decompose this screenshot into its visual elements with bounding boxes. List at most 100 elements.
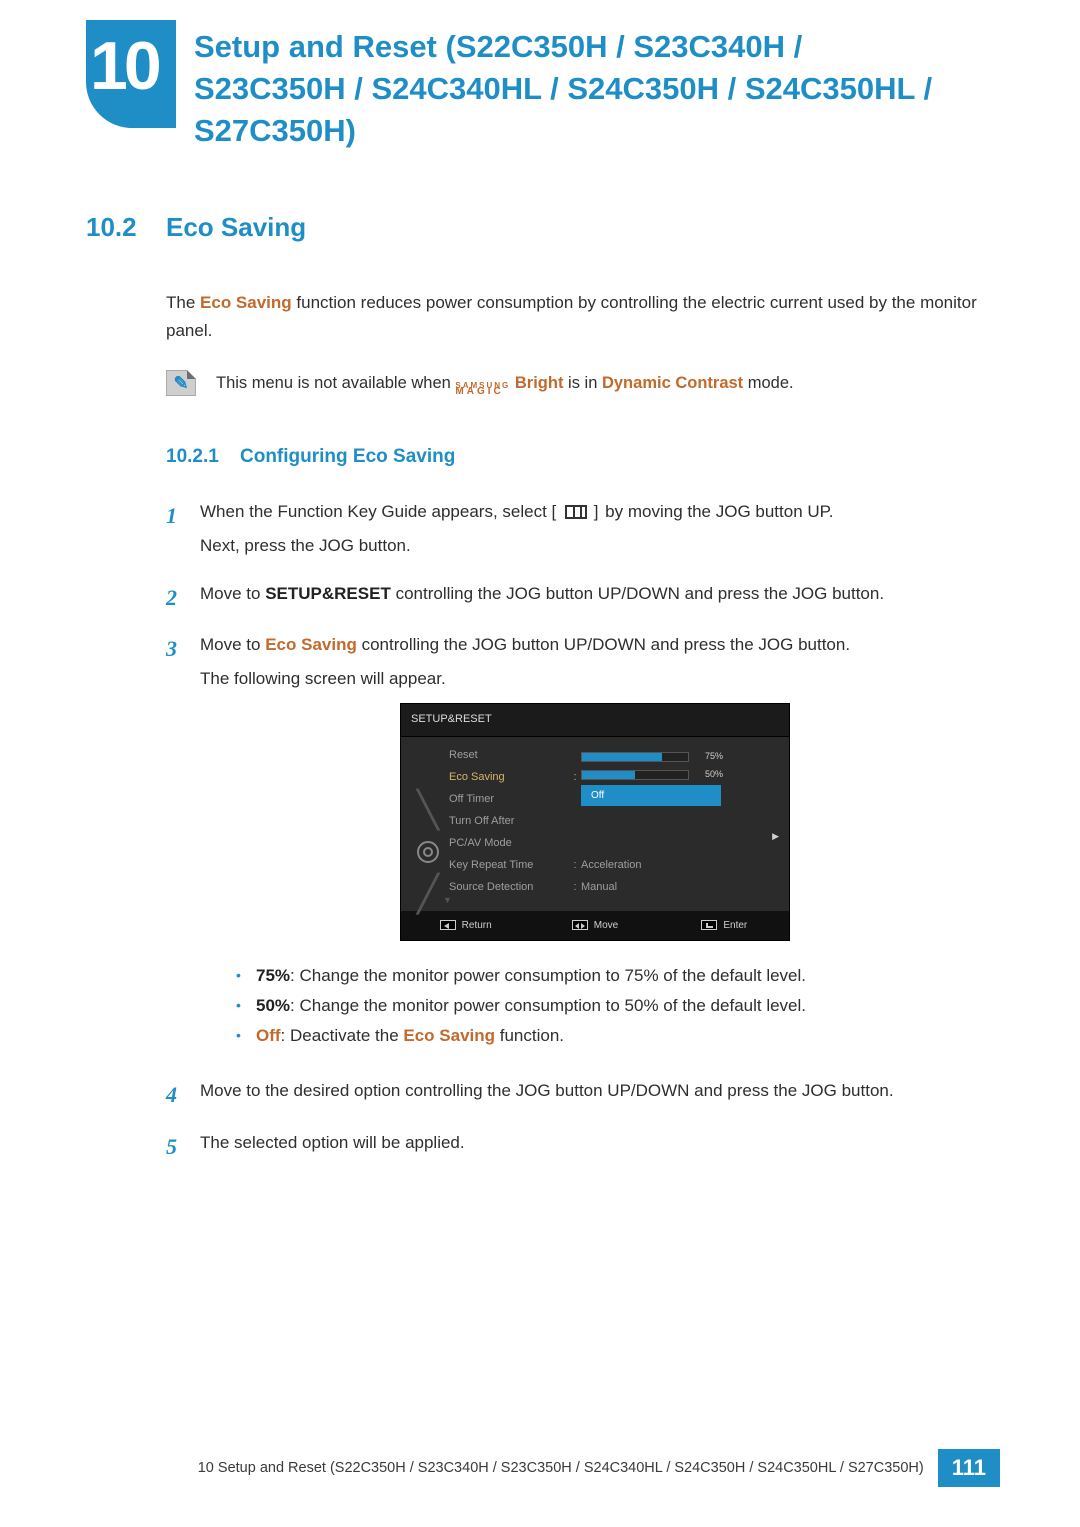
list-item: Off: Deactivate the Eco Saving function.: [236, 1021, 986, 1051]
text: function.: [495, 1026, 564, 1045]
footer-breadcrumb: 10 Setup and Reset (S22C350H / S23C340H …: [198, 1460, 924, 1476]
gear-icon: [417, 841, 439, 863]
step-2: 2 Move to SETUP&RESET controlling the JO…: [166, 579, 986, 616]
osd-body: ╲ ╱ Reset Eco Saving: [401, 737, 789, 911]
keyword-eco-saving: Eco Saving: [403, 1026, 495, 1045]
text: is in: [563, 374, 602, 392]
chapter-header: 10 Setup and Reset (S22C350H / S23C340H …: [86, 20, 1000, 152]
eco-option-50[interactable]: 50%: [581, 767, 777, 783]
fold-corner-icon: [187, 370, 196, 379]
osd-label: PC/AV Mode: [449, 834, 569, 853]
chevron-right-icon[interactable]: ▶: [772, 829, 779, 845]
keyword-eco-saving: Eco Saving: [265, 635, 357, 654]
steps-list: 1 When the Function Key Guide appears, s…: [166, 497, 986, 1165]
eco-explain-list: 75%: Change the monitor power consumptio…: [236, 961, 986, 1050]
list-item: 50%: Change the monitor power consumptio…: [236, 991, 986, 1021]
note-icon: ✎: [166, 370, 196, 396]
osd-left-decoration: ╲ ╱: [413, 745, 443, 903]
text: This menu is not available when: [216, 374, 455, 392]
osd-footer-enter[interactable]: Enter: [660, 917, 789, 935]
osd-value: Acceleration: [581, 856, 777, 875]
osd-label: Eco Saving: [449, 768, 569, 787]
section-body: The Eco Saving function reduces power co…: [166, 289, 986, 1166]
text: : Change the monitor power consumption t…: [290, 996, 806, 1015]
step-body: Move to the desired option controlling t…: [200, 1076, 986, 1113]
step-number: 2: [166, 579, 200, 616]
osd-item-pcav-mode[interactable]: PC/AV Mode: [449, 833, 777, 855]
return-icon: [440, 920, 456, 930]
subsection-number: 10.2.1: [166, 441, 240, 473]
eco-percent-label: 50%: [693, 767, 723, 783]
osd-footer-label: Enter: [723, 917, 747, 935]
text: mode.: [743, 374, 793, 392]
enter-icon: [701, 920, 717, 930]
osd-footer-label: Move: [594, 917, 618, 935]
chevron-down-icon[interactable]: ▼: [443, 893, 452, 909]
chapter-title: Setup and Reset (S22C350H / S23C340H / S…: [194, 26, 954, 152]
osd-label: Off Timer: [449, 790, 569, 809]
osd-label: Turn Off After: [449, 812, 569, 831]
step-3: 3 Move to Eco Saving controlling the JOG…: [166, 630, 986, 1063]
keyword-eco-saving: Eco Saving: [200, 293, 292, 312]
keyword-setup-reset: SETUP&RESET: [265, 584, 391, 603]
osd-panel: SETUP&RESET ╲ ╱ Reset: [400, 703, 790, 941]
curve-bottom-icon: ╱: [417, 885, 439, 903]
osd-colon: :: [569, 856, 581, 875]
keyword-75: 75%: [256, 966, 290, 985]
progress-fill: [582, 771, 635, 779]
section-number: 10.2: [86, 212, 166, 243]
subsection-heading: 10.2.1 Configuring Eco Saving: [166, 441, 986, 473]
osd-item-key-repeat-time[interactable]: Key Repeat Time : Acceleration: [449, 855, 777, 877]
osd-title: SETUP&RESET: [401, 704, 789, 736]
text: When the Function Key Guide appears, sel…: [200, 502, 552, 521]
osd-colon: :: [569, 878, 581, 897]
osd-footer: Return Move Enter: [401, 911, 789, 941]
keyword-50: 50%: [256, 996, 290, 1015]
list-item: 75%: Change the monitor power consumptio…: [236, 961, 986, 991]
progress-bar: [581, 752, 689, 762]
osd-footer-label: Return: [462, 917, 492, 935]
text: : Change the monitor power consumption t…: [290, 966, 806, 985]
page-footer: 10 Setup and Reset (S22C350H / S23C340H …: [0, 1449, 1080, 1487]
step-number: 3: [166, 630, 200, 1063]
text: Move to: [200, 584, 265, 603]
osd-footer-move[interactable]: Move: [530, 917, 659, 935]
page: 10 Setup and Reset (S22C350H / S23C340H …: [0, 0, 1080, 1527]
note: ✎ This menu is not available when SAMSUN…: [166, 370, 986, 396]
step-body: Move to SETUP&RESET controlling the JOG …: [200, 579, 986, 616]
menu-icon: [565, 505, 587, 519]
curve-top-icon: ╲: [417, 801, 439, 819]
step-number: 5: [166, 1128, 200, 1165]
text: : Deactivate the: [281, 1026, 404, 1045]
keyword-dynamic-contrast: Dynamic Contrast: [602, 374, 743, 392]
text: controlling the JOG button UP/DOWN and p…: [357, 635, 850, 654]
osd-label: Reset: [449, 746, 569, 765]
osd-item-turn-off-after[interactable]: Turn Off After: [449, 811, 777, 833]
progress-fill: [582, 753, 662, 761]
step-body: Move to Eco Saving controlling the JOG b…: [200, 630, 986, 1063]
progress-bar: [581, 770, 689, 780]
keyword-off: Off: [256, 1026, 281, 1045]
step-5: 5 The selected option will be applied.: [166, 1128, 986, 1165]
brand-bottom: MAGIC: [455, 389, 510, 395]
page-number: 111: [938, 1449, 1000, 1487]
menu-icon-bracket: [ ]: [552, 502, 601, 521]
osd-item-source-detection[interactable]: Source Detection : Manual: [449, 877, 777, 899]
chapter-number-badge: 10: [86, 20, 176, 128]
text: The following screen will appear.: [200, 664, 986, 694]
osd-label: Source Detection: [449, 878, 569, 897]
section-title: Eco Saving: [166, 212, 306, 243]
move-icon: [572, 920, 588, 930]
step-number: 4: [166, 1076, 200, 1113]
text: by moving the JOG button UP.: [605, 502, 833, 521]
osd-menu-list: Reset Eco Saving :: [443, 745, 777, 903]
osd-footer-return[interactable]: Return: [401, 917, 530, 935]
osd-label: Key Repeat Time: [449, 856, 569, 875]
osd-colon: :: [569, 768, 581, 787]
step-body: The selected option will be applied.: [200, 1128, 986, 1165]
step-4: 4 Move to the desired option controlling…: [166, 1076, 986, 1113]
osd-item-eco-saving[interactable]: Eco Saving : 75%: [449, 767, 777, 789]
eco-option-75[interactable]: 75%: [581, 749, 777, 765]
subsection-title: Configuring Eco Saving: [240, 441, 455, 473]
eco-option-off[interactable]: Off: [581, 785, 721, 807]
